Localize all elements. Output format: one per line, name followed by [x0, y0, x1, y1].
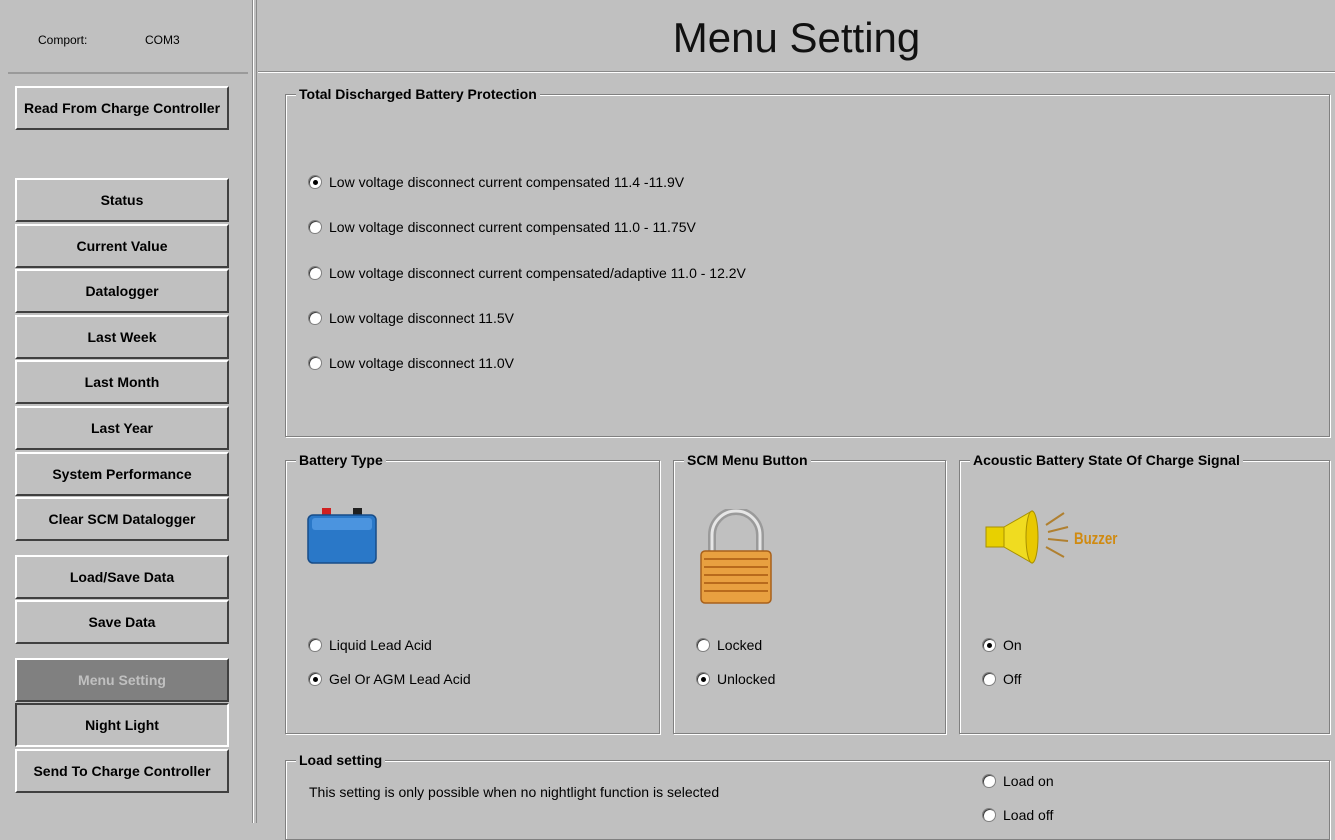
- discharge-option-label: Low voltage disconnect 11.0V: [329, 355, 514, 371]
- comport-value: COM3: [145, 33, 180, 47]
- nav-system-performance-button[interactable]: System Performance: [15, 452, 229, 496]
- battery-option-label: Gel Or AGM Lead Acid: [329, 671, 471, 687]
- sidebar: Comport: COM3 Read From Charge Controlle…: [0, 0, 257, 823]
- acoustic-option-off[interactable]: Off: [982, 671, 1021, 687]
- load-setting-title: Load setting: [296, 752, 386, 768]
- nav-datalogger-button[interactable]: Datalogger: [15, 269, 229, 313]
- lock-icon: [700, 509, 772, 604]
- load-setting-note: This setting is only possible when no ni…: [309, 784, 720, 800]
- sidebar-divider-outer: [256, 0, 257, 823]
- discharge-protection-title: Total Discharged Battery Protection: [296, 86, 540, 102]
- discharge-option-label: Low voltage disconnect current compensat…: [329, 219, 696, 235]
- discharge-option-5[interactable]: Low voltage disconnect 11.0V: [308, 355, 514, 371]
- comport-label: Comport:: [38, 33, 88, 47]
- battery-type-title: Battery Type: [296, 452, 386, 468]
- night-light-button[interactable]: Night Light: [15, 703, 229, 747]
- sidebar-divider-highlight: [253, 0, 254, 823]
- nav-last-week-button[interactable]: Last Week: [15, 315, 229, 359]
- buzzer-icon: [985, 510, 1069, 564]
- read-from-controller-button[interactable]: Read From Charge Controller: [15, 86, 229, 130]
- radio-icon[interactable]: [308, 672, 322, 686]
- load-option-label: Load off: [1003, 807, 1054, 823]
- battery-option-label: Liquid Lead Acid: [329, 637, 432, 653]
- load-option-on[interactable]: Load on: [982, 773, 1054, 789]
- discharge-option-4[interactable]: Low voltage disconnect 11.5V: [308, 310, 514, 326]
- scm-option-unlocked[interactable]: Unlocked: [696, 671, 775, 687]
- nav-last-year-button[interactable]: Last Year: [15, 406, 229, 450]
- radio-icon[interactable]: [308, 220, 322, 234]
- discharge-option-3[interactable]: Low voltage disconnect current compensat…: [308, 265, 746, 281]
- scm-option-locked[interactable]: Locked: [696, 637, 762, 653]
- nav-status-button[interactable]: Status: [15, 178, 229, 222]
- battery-type-group: Battery Type Liquid Lead Acid Gel Or AGM…: [285, 452, 660, 734]
- radio-icon[interactable]: [982, 638, 996, 652]
- battery-icon: [307, 508, 377, 564]
- acoustic-option-label: Off: [1003, 671, 1022, 687]
- load-option-off[interactable]: Load off: [982, 807, 1053, 823]
- nav-current-value-button[interactable]: Current Value: [15, 224, 229, 268]
- page-title: Menu Setting: [672, 14, 921, 61]
- battery-option-gel-agm[interactable]: Gel Or AGM Lead Acid: [308, 671, 471, 687]
- title-divider-highlight: [258, 72, 1335, 73]
- radio-icon[interactable]: [982, 774, 996, 788]
- discharge-option-2[interactable]: Low voltage disconnect current compensat…: [308, 219, 696, 235]
- battery-option-liquid[interactable]: Liquid Lead Acid: [308, 637, 432, 653]
- nav-last-month-button[interactable]: Last Month: [15, 360, 229, 404]
- scm-option-label: Locked: [717, 637, 763, 653]
- radio-icon[interactable]: [696, 672, 710, 686]
- buzzer-label: Buzzer: [1074, 529, 1118, 548]
- radio-icon[interactable]: [308, 175, 322, 189]
- radio-icon[interactable]: [982, 808, 996, 822]
- discharge-option-label: Low voltage disconnect current compensat…: [329, 174, 685, 190]
- nav-clear-scm-datalogger-button[interactable]: Clear SCM Datalogger: [15, 497, 229, 541]
- radio-icon[interactable]: [308, 311, 322, 325]
- radio-icon[interactable]: [308, 266, 322, 280]
- acoustic-option-label: On: [1003, 637, 1022, 653]
- radio-icon[interactable]: [308, 356, 322, 370]
- discharge-protection-group: Total Discharged Battery Protection Low …: [285, 86, 1330, 437]
- scm-menu-group: SCM Menu Button Locked Unlocked: [673, 452, 946, 734]
- radio-icon[interactable]: [982, 672, 996, 686]
- discharge-option-label: Low voltage disconnect 11.5V: [329, 310, 514, 326]
- scm-option-label: Unlocked: [717, 671, 776, 687]
- load-option-label: Load on: [1003, 773, 1054, 789]
- menu-setting-button[interactable]: Menu Setting: [15, 658, 229, 702]
- acoustic-signal-group: Acoustic Battery State Of Charge Signal …: [959, 452, 1330, 734]
- discharge-option-1[interactable]: Low voltage disconnect current compensat…: [308, 174, 684, 190]
- radio-icon[interactable]: [696, 638, 710, 652]
- acoustic-option-on[interactable]: On: [982, 637, 1022, 653]
- acoustic-signal-title: Acoustic Battery State Of Charge Signal: [970, 452, 1243, 468]
- comport-display: Comport: COM3: [8, 8, 248, 74]
- scm-menu-title: SCM Menu Button: [684, 452, 811, 468]
- load-save-data-button[interactable]: Load/Save Data: [15, 555, 229, 599]
- load-setting-group: Load setting This setting is only possib…: [285, 752, 1330, 840]
- send-to-controller-button[interactable]: Send To Charge Controller: [15, 749, 229, 793]
- discharge-option-label: Low voltage disconnect current compensat…: [329, 265, 746, 281]
- radio-icon[interactable]: [308, 638, 322, 652]
- save-data-button[interactable]: Save Data: [15, 600, 229, 644]
